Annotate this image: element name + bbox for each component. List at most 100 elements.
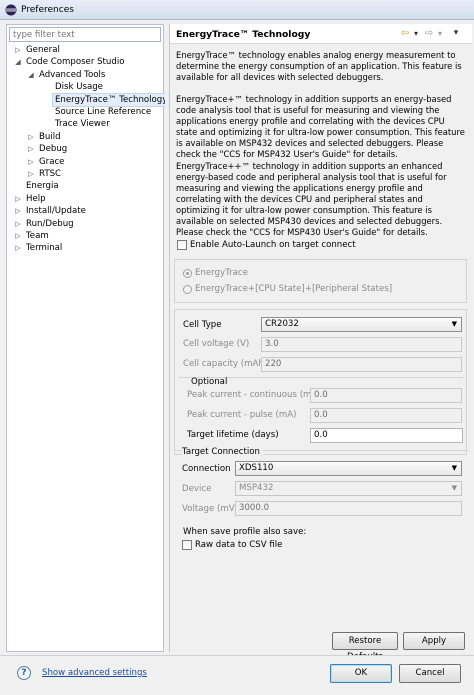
cell-voltage-label: Cell voltage (V) (183, 339, 250, 349)
auto-launch-label: Enable Auto-Launch on target connect (190, 240, 356, 250)
cell-capacity-label: Cell capacity (mAh) (183, 359, 268, 369)
connection-select[interactable]: XDS110 ▼ (235, 461, 462, 476)
tree-item-label: Advanced Tools (39, 69, 106, 80)
tree-item[interactable]: ▷ Install/Update (15, 205, 88, 217)
ok-button[interactable]: OK (330, 664, 392, 683)
eclipse-app-icon (5, 4, 17, 16)
tree-item[interactable]: ▷ Terminal (15, 242, 64, 254)
tree-item-label: Disk Usage (55, 82, 103, 93)
forward-dropdown-icon[interactable]: ▾ (436, 27, 444, 40)
expand-arrow-icon[interactable]: ▷ (13, 205, 23, 217)
cell-type-value: CR2032 (265, 319, 299, 329)
tree-item[interactable]: ◢ Code Composer Studio (15, 56, 126, 68)
voltage-label: Voltage (mV) (182, 504, 238, 514)
tree-item-label: Trace Viewer (55, 119, 110, 130)
view-menu-icon[interactable]: ▾ (451, 27, 461, 40)
tree-item[interactable]: Source Line Reference (53, 106, 153, 118)
expand-arrow-icon[interactable]: ▷ (13, 193, 23, 205)
back-arrow-icon[interactable]: ⇦ (399, 27, 411, 40)
save-profile-label: When save profile also save: (183, 527, 307, 537)
description-energytrace: EnergyTrace™ technology enables analog e… (176, 50, 462, 82)
cell-type-label: Cell Type (183, 320, 222, 330)
expand-arrow-icon[interactable]: ▷ (26, 143, 36, 155)
tree-item[interactable]: ▷ Debug (28, 143, 69, 155)
cell-capacity-field[interactable]: 220 (261, 357, 462, 372)
device-select[interactable]: MSP432 ▼ (235, 481, 462, 496)
radio-energytrace[interactable] (183, 269, 192, 278)
radio-energytrace-label: EnergyTrace (195, 268, 248, 278)
page-title: EnergyTrace™ Technology (176, 29, 311, 40)
apply-button[interactable]: Apply (403, 632, 465, 650)
pane-sash[interactable] (165, 24, 168, 652)
dialog-button-bar: ? Show advanced settings OK Cancel (0, 655, 474, 695)
target-lifetime-value: 0.0 (314, 430, 328, 440)
chevron-down-icon: ▼ (451, 464, 457, 472)
tree-item-label: Source Line Reference (55, 107, 152, 117)
page-header: EnergyTrace™ Technology ⇦ ▾ ⇨ ▾ ▾ (170, 24, 472, 44)
tree-item-label: Terminal (26, 243, 63, 254)
expand-arrow-icon[interactable]: ▷ (26, 168, 36, 180)
tree-item-label: Energia (26, 181, 59, 192)
target-connection-label: Target Connection (182, 447, 263, 458)
cell-voltage-value: 3.0 (265, 339, 279, 349)
tree-item[interactable]: EnergyTrace™ Technology (51, 92, 171, 107)
connection-label: Connection (182, 464, 231, 474)
peak-pulse-label: Peak current - pulse (mA) (187, 410, 297, 420)
target-lifetime-label: Target lifetime (days) (187, 430, 279, 440)
target-connection-group: Target Connection Connection XDS110 ▼ De… (174, 447, 467, 520)
back-dropdown-icon[interactable]: ▾ (412, 27, 420, 40)
description-energytrace-plusplus: EnergyTrace++™ technology in addition su… (176, 161, 447, 237)
tree-item[interactable]: Trace Viewer (53, 118, 112, 130)
show-advanced-settings-link[interactable]: Show advanced settings (42, 668, 147, 678)
tree-item[interactable]: ▷ General (15, 44, 62, 56)
cancel-button[interactable]: Cancel (399, 664, 461, 683)
chevron-down-icon: ▼ (451, 484, 457, 492)
filter-input[interactable] (9, 27, 161, 42)
tree-item-label: Code Composer Studio (26, 57, 125, 68)
tree-item[interactable]: ▷ Team (15, 230, 51, 242)
tree-item-label: EnergyTrace™ Technology (51, 92, 171, 107)
auto-launch-checkbox[interactable] (177, 240, 187, 250)
tree-item[interactable]: ▷ RTSC (28, 168, 63, 180)
tree-item[interactable]: ▷ Build (28, 131, 63, 143)
expand-arrow-icon[interactable]: ▷ (26, 131, 36, 143)
peak-pulse-value: 0.0 (314, 410, 328, 420)
tree-item-label: General (26, 45, 60, 55)
peak-continuous-field[interactable]: 0.0 (310, 388, 462, 403)
restore-defaults-button[interactable]: Restore Defaults (332, 632, 398, 662)
expand-arrow-icon[interactable]: ▷ (13, 230, 23, 242)
raw-csv-checkbox[interactable] (182, 540, 192, 550)
tree-item-label: RTSC (39, 169, 62, 179)
tree-item[interactable]: Disk Usage (53, 81, 105, 93)
tree-item[interactable]: ▷ Help (15, 193, 48, 205)
tree-item[interactable]: ◢ Advanced Tools (28, 69, 107, 81)
optional-group: Optional Peak current - continuous (mA) … (179, 377, 463, 423)
cell-type-select[interactable]: CR2032 ▼ (261, 317, 462, 332)
forward-arrow-icon[interactable]: ⇨ (423, 27, 435, 40)
preference-page: EnergyTrace™ Technology ⇦ ▾ ⇨ ▾ ▾ Energy… (169, 24, 472, 662)
expand-arrow-icon[interactable]: ▷ (26, 156, 36, 168)
connection-value: XDS110 (239, 463, 274, 473)
device-value: MSP432 (239, 483, 274, 493)
tree-item-label: Build (39, 131, 61, 142)
voltage-field[interactable]: 3000.0 (235, 501, 462, 516)
tree-item-label: Grace (39, 156, 65, 167)
window-titlebar: Preferences (0, 0, 474, 20)
optional-label: Optional (191, 377, 228, 387)
expand-arrow-icon[interactable]: ▷ (13, 218, 23, 230)
expand-arrow-icon[interactable]: ▷ (13, 44, 23, 56)
window-title: Preferences (21, 5, 74, 15)
tree-item[interactable]: ▷ Run/Debug (15, 218, 76, 230)
device-label: Device (182, 484, 212, 494)
collapse-arrow-icon[interactable]: ◢ (26, 69, 36, 81)
peak-pulse-field[interactable]: 0.0 (310, 408, 462, 423)
collapse-arrow-icon[interactable]: ◢ (13, 56, 23, 68)
peak-continuous-value: 0.0 (314, 390, 328, 400)
cell-voltage-field[interactable]: 3.0 (261, 337, 462, 352)
expand-arrow-icon[interactable]: ▷ (13, 242, 23, 254)
target-lifetime-field[interactable]: 0.0 (310, 428, 463, 443)
help-icon[interactable]: ? (17, 666, 31, 680)
tree-item[interactable]: ▷ Grace (28, 156, 66, 168)
tree-item[interactable]: Energia (24, 180, 61, 192)
radio-energytrace-plus[interactable] (183, 285, 192, 294)
